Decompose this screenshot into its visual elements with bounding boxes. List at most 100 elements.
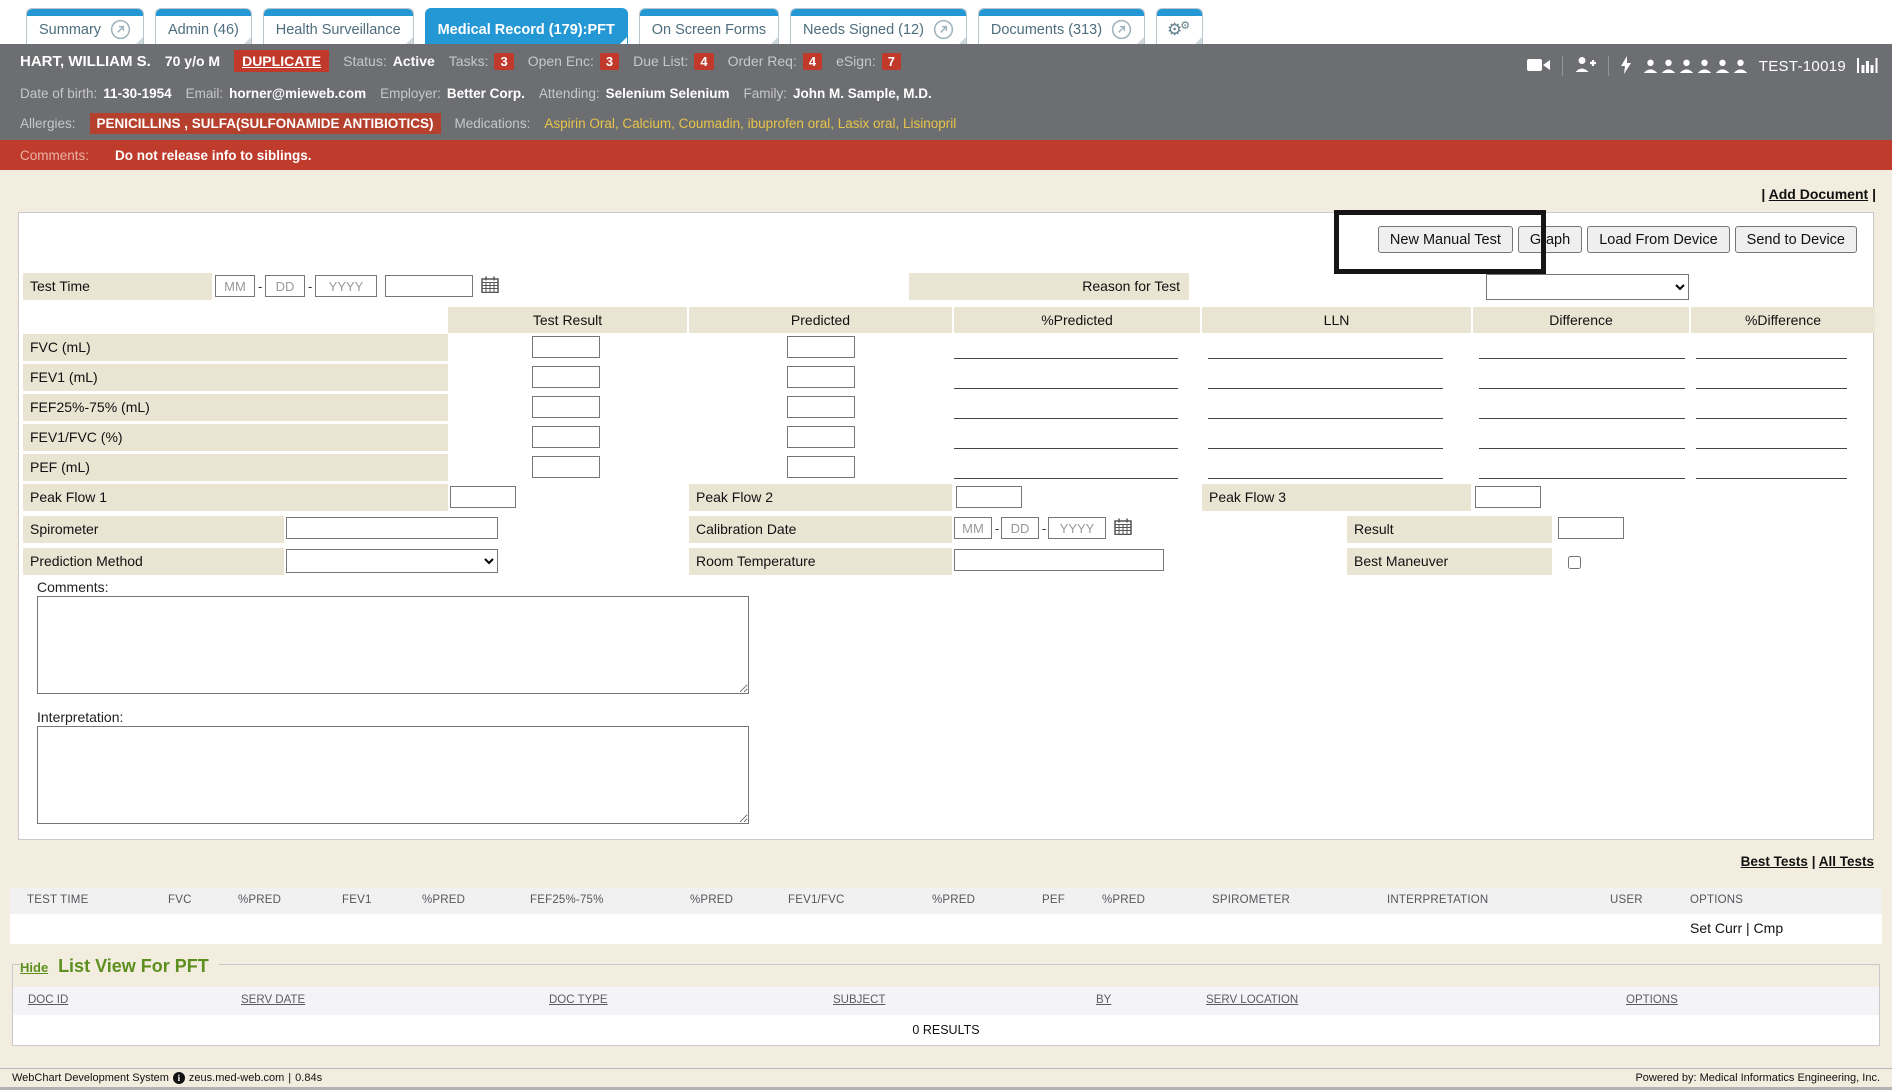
tab-health-surveillance[interactable]: Health Surveillance: [263, 8, 414, 44]
popout-icon[interactable]: [933, 19, 954, 40]
pef-predicted-input[interactable]: [787, 456, 855, 478]
fev1fvc-predicted-input[interactable]: [787, 426, 855, 448]
load-from-device-button[interactable]: Load From Device: [1587, 226, 1729, 253]
popout-icon[interactable]: [1111, 19, 1132, 40]
test-time-time-input[interactable]: [385, 275, 473, 297]
divider: [1608, 56, 1609, 76]
calibration-day-input[interactable]: [1001, 517, 1039, 539]
tab-on-screen-forms[interactable]: On Screen Forms: [639, 8, 779, 44]
add-document-link[interactable]: Add Document: [1769, 186, 1869, 202]
header-doc-id[interactable]: DOC ID: [28, 994, 68, 1006]
spirometer-input[interactable]: [286, 517, 498, 539]
test-time-day-input[interactable]: [265, 275, 305, 297]
chart-icon[interactable]: [1857, 56, 1878, 76]
tab-needs-signed[interactable]: Needs Signed (12): [790, 8, 967, 44]
comments-bar-label: Comments:: [20, 148, 89, 163]
header-user: USER: [1610, 894, 1643, 906]
video-camera-icon[interactable]: [1527, 57, 1551, 76]
tab-medical-record[interactable]: Medical Record (179):PFT: [425, 8, 628, 44]
pef-test-result-input[interactable]: [532, 456, 600, 478]
row-label-pef: PEF (mL): [23, 454, 448, 481]
empty-results-text: 0 RESULTS: [13, 1015, 1879, 1045]
family-value: John M. Sample, M.D.: [793, 86, 932, 101]
test-time-month-input[interactable]: [215, 275, 255, 297]
comments-textarea[interactable]: [37, 596, 749, 694]
calendar-icon[interactable]: [1114, 518, 1132, 538]
cmp-link[interactable]: Cmp: [1754, 920, 1784, 936]
fef2575-predicted-input[interactable]: [787, 396, 855, 418]
best-maneuver-checkbox[interactable]: [1568, 556, 1581, 569]
interpretation-textarea[interactable]: [37, 726, 749, 824]
peak-flow-2-input[interactable]: [956, 486, 1022, 508]
fev1-test-result-input[interactable]: [532, 366, 600, 388]
popout-icon[interactable]: [110, 19, 131, 40]
calendar-icon[interactable]: [481, 276, 499, 296]
results-table-header: TEST TIME FVC %PRED FEV1 %PRED FEF25%-75…: [10, 888, 1882, 914]
room-temperature-input[interactable]: [954, 549, 1164, 571]
blank-line: [1208, 418, 1443, 419]
settings-gear-tab[interactable]: ⚙⚙: [1156, 8, 1203, 44]
blank-line: [1696, 418, 1847, 419]
header-pef: PEF: [1042, 894, 1065, 906]
header-interpretation: INTERPRETATION: [1387, 894, 1488, 906]
graph-button[interactable]: Graph: [1518, 226, 1582, 253]
fef2575-test-result-input[interactable]: [532, 396, 600, 418]
lightning-icon[interactable]: [1620, 56, 1632, 77]
census-person-icons: [1643, 59, 1748, 73]
peak-flow-1-input[interactable]: [450, 486, 516, 508]
order-req-badge[interactable]: 4: [803, 53, 822, 70]
esign-badge[interactable]: 7: [882, 53, 901, 70]
peak-flow-3-input[interactable]: [1475, 486, 1541, 508]
header-by[interactable]: BY: [1096, 994, 1111, 1006]
header-subject[interactable]: SUBJECT: [833, 994, 885, 1006]
all-tests-link[interactable]: All Tests: [1819, 854, 1874, 869]
calibration-date-label: Calibration Date: [689, 516, 952, 543]
header-doc-type[interactable]: DOC TYPE: [549, 994, 608, 1006]
due-list-badge[interactable]: 4: [694, 53, 713, 70]
open-enc-badge[interactable]: 3: [600, 53, 619, 70]
blank-line: [1696, 448, 1847, 449]
open-enc-label: Open Enc:: [528, 53, 594, 69]
best-maneuver-label: Best Maneuver: [1347, 548, 1552, 575]
patient-header: HART, WILLIAM S. 70 y/o M DUPLICATE Stat…: [0, 44, 1892, 140]
allergies-value[interactable]: PENICILLINS , SULFA(SULFONAMIDE ANTIBIOT…: [90, 113, 441, 134]
tasks-badge[interactable]: 3: [494, 53, 513, 70]
room-temperature-label: Room Temperature: [689, 548, 952, 575]
calibration-year-input[interactable]: [1048, 517, 1106, 539]
calibration-month-input[interactable]: [954, 517, 992, 539]
header-serv-location[interactable]: SERV LOCATION: [1206, 994, 1298, 1006]
tab-admin[interactable]: Admin (46): [155, 8, 252, 44]
header-pct-pred: %PRED: [1102, 894, 1145, 906]
duplicate-flag[interactable]: DUPLICATE: [234, 50, 329, 72]
peak-flow-3-label: Peak Flow 3: [1202, 484, 1471, 511]
header-options[interactable]: OPTIONS: [1626, 994, 1678, 1006]
row-label-fef2575: FEF25%-75% (mL): [23, 394, 448, 421]
attending-value: Selenium Selenium: [606, 86, 730, 101]
fvc-test-result-input[interactable]: [532, 336, 600, 358]
best-tests-link[interactable]: Best Tests: [1741, 854, 1808, 869]
fev1-predicted-input[interactable]: [787, 366, 855, 388]
fev1fvc-test-result-input[interactable]: [532, 426, 600, 448]
peak-flow-2-label: Peak Flow 2: [689, 484, 952, 511]
fvc-predicted-input[interactable]: [787, 336, 855, 358]
test-time-year-input[interactable]: [315, 275, 377, 297]
header-serv-date[interactable]: SERV DATE: [241, 994, 305, 1006]
add-person-icon[interactable]: [1574, 56, 1597, 76]
set-curr-link[interactable]: Set Curr: [1690, 920, 1742, 936]
result-input[interactable]: [1558, 517, 1624, 539]
send-to-device-button[interactable]: Send to Device: [1735, 226, 1857, 253]
list-view-title-row: Hide List View For PFT: [20, 956, 219, 977]
patient-age-sex: 70 y/o M: [165, 53, 220, 69]
header-pct-pred: %PRED: [422, 894, 465, 906]
header-pct-pred: %PRED: [690, 894, 733, 906]
col-header-pct-difference: %Difference: [1691, 307, 1875, 333]
prediction-method-select[interactable]: [286, 549, 498, 573]
tab-documents[interactable]: Documents (313): [978, 8, 1145, 44]
tab-summary[interactable]: Summary: [26, 8, 144, 44]
col-header-predicted: Predicted: [689, 307, 952, 333]
info-icon[interactable]: i: [173, 1072, 185, 1084]
new-manual-test-button[interactable]: New Manual Test: [1378, 226, 1513, 253]
reason-for-test-select[interactable]: [1486, 274, 1689, 300]
hide-link[interactable]: Hide: [20, 960, 48, 975]
blank-line: [954, 388, 1178, 389]
